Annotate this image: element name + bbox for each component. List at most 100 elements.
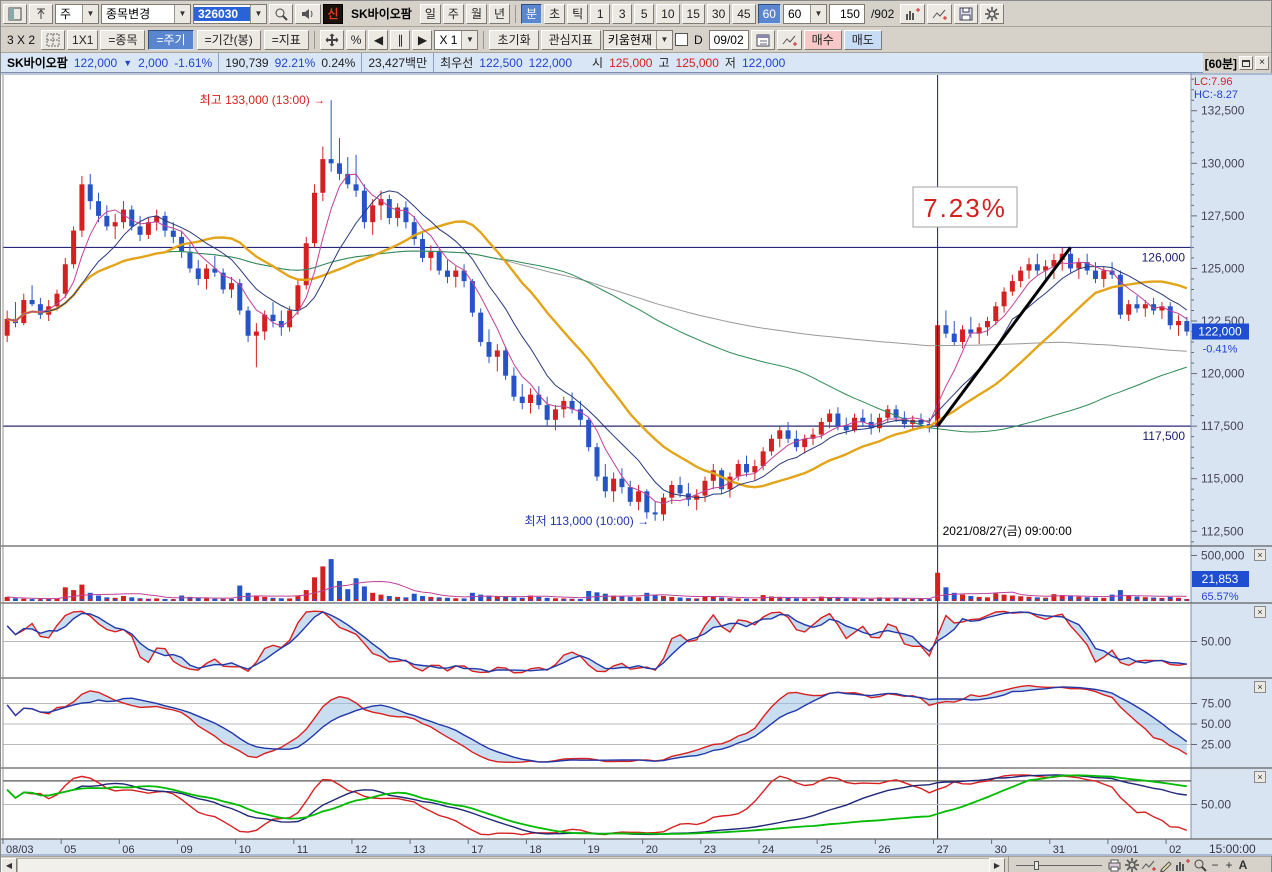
mode-button-분[interactable]: 분 bbox=[521, 3, 543, 24]
gear-icon[interactable] bbox=[980, 3, 1005, 24]
calendar-icon[interactable] bbox=[750, 29, 775, 50]
period-button-일[interactable]: 일 bbox=[419, 3, 441, 24]
top-arrow-icon[interactable] bbox=[29, 3, 53, 24]
divider bbox=[483, 30, 485, 49]
reset-button[interactable]: 초기화 bbox=[489, 29, 539, 50]
chart-area: 2021/08/27(금) 09:00:00 최고 133,000 (13:00)… bbox=[1, 73, 1272, 856]
speed-combo[interactable]: X 1 ▼ bbox=[434, 29, 479, 50]
link-button-=주기[interactable]: =주기 bbox=[148, 29, 194, 50]
grid-1x1-button[interactable]: 1X1 bbox=[67, 29, 99, 50]
mode-button-초[interactable]: 초 bbox=[544, 3, 566, 24]
stock-change-combo[interactable]: 종목변경 ▼ bbox=[101, 3, 191, 24]
svg-text:7.23%: 7.23% bbox=[923, 193, 1007, 223]
date-input[interactable]: 09/02 bbox=[708, 29, 749, 50]
add-trend-icon[interactable] bbox=[927, 3, 953, 24]
mode-button-틱[interactable]: 틱 bbox=[567, 3, 589, 24]
panel-toggle-icon[interactable] bbox=[3, 3, 27, 24]
stock-name: SK바이오팜 bbox=[7, 56, 68, 70]
close-volume-panel-button[interactable]: × bbox=[1254, 549, 1266, 561]
close-window-button[interactable]: × bbox=[1255, 56, 1269, 70]
crosshair-move-icon[interactable] bbox=[319, 29, 344, 50]
link-button-=지표[interactable]: =지표 bbox=[263, 29, 309, 50]
zoom-slider[interactable] bbox=[1016, 858, 1102, 872]
zoom-search-icon[interactable] bbox=[1191, 858, 1208, 872]
kiwoom-current-combo[interactable]: 키움현재 ▼ bbox=[602, 29, 673, 50]
step-back-button[interactable]: ◀ bbox=[368, 29, 389, 50]
value-zone: 23,427백만 bbox=[362, 53, 435, 72]
panel-title-strip: [60분] × bbox=[1202, 53, 1271, 73]
chart-scrollbar-track[interactable] bbox=[17, 857, 989, 872]
link-button-=기간(봉)[interactable]: =기간(봉) bbox=[196, 29, 261, 50]
svg-text:125,000: 125,000 bbox=[1201, 261, 1245, 275]
chevron-down-icon[interactable]: ▼ bbox=[809, 4, 826, 23]
zoom-in-button[interactable]: + bbox=[1222, 858, 1236, 872]
svg-text:50.00: 50.00 bbox=[1201, 798, 1231, 812]
link-button-=종목[interactable]: =종목 bbox=[100, 29, 146, 50]
draw-tool-icon[interactable] bbox=[1157, 858, 1174, 872]
best-ask: 122,500 bbox=[479, 55, 523, 70]
chevron-down-icon[interactable]: ▼ bbox=[250, 4, 266, 23]
pattern-chart-icon[interactable] bbox=[1174, 858, 1191, 872]
fav-indicator-button[interactable]: 관심지표 bbox=[540, 29, 601, 50]
minute-button-30[interactable]: 30 bbox=[706, 3, 731, 24]
svg-text:120,000: 120,000 bbox=[1201, 367, 1245, 381]
font-button[interactable]: A bbox=[1236, 858, 1250, 872]
indicator-chart-icon[interactable] bbox=[1140, 858, 1157, 872]
period-button-월[interactable]: 월 bbox=[465, 3, 487, 24]
minute-button-10[interactable]: 10 bbox=[656, 3, 680, 24]
search-icon[interactable] bbox=[269, 3, 293, 24]
svg-text:최고 133,000 (13:00) →: 최고 133,000 (13:00) → bbox=[200, 93, 325, 107]
print-icon[interactable] bbox=[1106, 858, 1123, 872]
step-forward-button[interactable]: ▶ bbox=[412, 29, 433, 50]
period-button-년[interactable]: 년 bbox=[488, 3, 511, 24]
svg-text:127,500: 127,500 bbox=[1201, 209, 1245, 223]
down-arrow-icon: ▼ bbox=[123, 57, 133, 68]
period-combo[interactable]: 주 ▼ bbox=[55, 3, 99, 24]
close-oscillator2-panel-button[interactable]: × bbox=[1254, 681, 1266, 693]
d-label: D bbox=[693, 32, 703, 47]
d-checkbox[interactable] bbox=[674, 33, 688, 46]
stock-code-input[interactable]: 326030 ▼ bbox=[193, 3, 267, 24]
percent-button[interactable]: % bbox=[345, 29, 367, 50]
minute-button-15[interactable]: 15 bbox=[681, 3, 705, 24]
volume-ratio: 92.21% bbox=[274, 55, 316, 70]
price-change-pct: -1.61% bbox=[174, 55, 213, 70]
speaker-icon[interactable] bbox=[295, 3, 321, 24]
chart-canvas[interactable]: 2021/08/27(금) 09:00:00 최고 133,000 (13:00)… bbox=[1, 73, 1272, 856]
minute-button-60[interactable]: 60 bbox=[757, 3, 781, 24]
draw-order-icon[interactable] bbox=[776, 29, 802, 50]
buy-button[interactable]: 매수 bbox=[803, 29, 842, 50]
svg-text:10: 10 bbox=[239, 844, 251, 856]
bars-count-input[interactable]: 150 bbox=[828, 3, 865, 24]
chevron-down-icon[interactable]: ▼ bbox=[655, 30, 672, 49]
grid-icon[interactable] bbox=[41, 29, 66, 50]
minute-button-1[interactable]: 1 bbox=[590, 3, 611, 24]
svg-text:08/03: 08/03 bbox=[6, 844, 34, 856]
chevron-down-icon[interactable]: ▼ bbox=[461, 30, 478, 49]
zoom-slider-thumb[interactable] bbox=[1034, 860, 1039, 870]
minute-button-45[interactable]: 45 bbox=[732, 3, 756, 24]
interval-combo[interactable]: 60 ▼ bbox=[782, 3, 827, 24]
minute-button-5[interactable]: 5 bbox=[634, 3, 655, 24]
restore-window-button[interactable] bbox=[1239, 56, 1253, 70]
svg-text:130,000: 130,000 bbox=[1201, 156, 1245, 170]
svg-text:HC:-8.27: HC:-8.27 bbox=[1194, 89, 1238, 101]
chevron-down-icon[interactable]: ▼ bbox=[82, 4, 98, 23]
svg-text:25: 25 bbox=[820, 844, 832, 856]
svg-text:122,000: 122,000 bbox=[1198, 325, 1242, 339]
close-oscillator1-panel-button[interactable]: × bbox=[1254, 606, 1266, 618]
close-oscillator3-panel-button[interactable]: × bbox=[1254, 771, 1266, 783]
zoom-out-button[interactable]: − bbox=[1208, 858, 1222, 872]
scroll-right-button[interactable]: ▶ bbox=[989, 857, 1005, 872]
sell-button[interactable]: 매도 bbox=[843, 29, 882, 50]
minute-button-3[interactable]: 3 bbox=[612, 3, 633, 24]
period-button-주[interactable]: 주 bbox=[442, 3, 464, 24]
scroll-left-button[interactable]: ◀ bbox=[1, 857, 17, 872]
gear-icon[interactable] bbox=[1123, 858, 1140, 872]
pause-button[interactable]: ∥ bbox=[390, 29, 411, 50]
panel-title: [60분] bbox=[1204, 56, 1237, 71]
chevron-down-icon[interactable]: ▼ bbox=[174, 4, 190, 23]
save-icon[interactable] bbox=[954, 3, 979, 24]
add-compare-icon[interactable] bbox=[900, 3, 926, 24]
svg-text:09: 09 bbox=[180, 844, 192, 856]
